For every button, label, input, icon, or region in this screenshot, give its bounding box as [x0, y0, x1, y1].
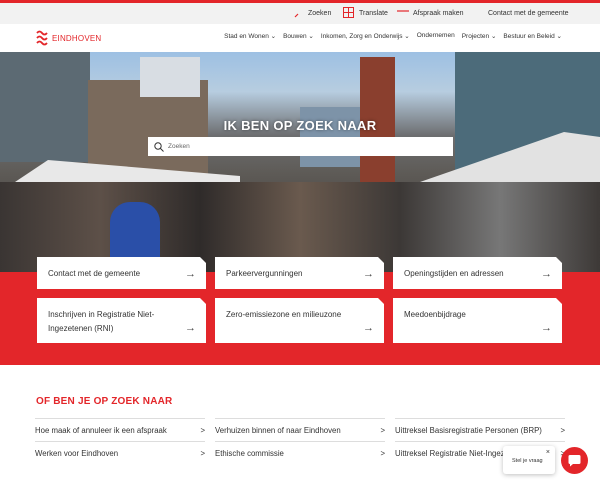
link-label: Verhuizen binnen of naar Eindhoven [215, 426, 341, 435]
chevron-right-icon: > [380, 426, 385, 435]
menu-stad-en-wonen[interactable]: Stad en Wonen ⌄ [224, 32, 276, 40]
arrow-right-icon: → [541, 322, 552, 334]
decorative-edge [0, 48, 600, 54]
arrow-right-icon: → [185, 268, 196, 280]
main-menu: Stad en Wonen ⌄ Bouwen ⌄ Inkomen, Zorg e… [224, 32, 562, 40]
arrow-right-icon: → [185, 322, 196, 334]
utility-contact-link[interactable]: Contact met de gemeente [488, 10, 569, 17]
chevron-right-icon: > [560, 426, 565, 435]
menu-bouwen[interactable]: Bouwen ⌄ [283, 32, 314, 40]
hero-search-input[interactable]: Zoeken [148, 137, 453, 156]
link-label: Ethische commissie [215, 449, 284, 458]
calendar-icon [397, 10, 409, 12]
utility-appointment-link[interactable]: Afspraak maken [413, 10, 464, 17]
quick-link-openingstijden[interactable]: Openingstijden en adressen → [393, 257, 562, 289]
quick-link-meedoenbijdrage[interactable]: Meedoenbijdrage → [393, 298, 562, 343]
close-icon[interactable]: × [546, 449, 550, 456]
utility-bar: Zoeken Translate Afspraak maken Contact … [0, 3, 600, 24]
card-label: Meedoenbijdrage [404, 310, 466, 319]
link-uittreksel-brp[interactable]: Uittreksel Basisregistratie Personen (BR… [395, 418, 565, 441]
translate-icon [343, 7, 354, 18]
quick-link-parkeervergunningen[interactable]: Parkeervergunningen → [215, 257, 384, 289]
link-label: Hoe maak of annuleer ik een afspraak [35, 426, 167, 435]
logo[interactable]: EINDHOVEN [36, 29, 101, 47]
quick-link-contact[interactable]: Contact met de gemeente → [37, 257, 206, 289]
chevron-right-icon: > [380, 449, 385, 458]
section-title: OF BEN JE OP ZOEK NAAR [36, 396, 173, 407]
arrow-right-icon: → [541, 268, 552, 280]
card-label: Openingstijden en adressen [404, 269, 504, 278]
search-icon [294, 13, 299, 18]
eindhoven-logo-icon [36, 30, 48, 46]
logo-text: EINDHOVEN [52, 33, 102, 43]
card-label: Parkeervergunningen [226, 269, 303, 278]
hero-image [0, 52, 600, 272]
link-ethische-commissie[interactable]: Ethische commissie > [215, 441, 385, 476]
chat-prompt-label: Stel je vraag [512, 458, 543, 464]
card-label: Zero-emissiezone en milieuzone [226, 310, 342, 319]
hero-title: IK BEN OP ZOEK NAAR [223, 118, 377, 133]
chat-button[interactable] [561, 447, 588, 474]
menu-ondernemen[interactable]: Ondernemen [417, 32, 455, 40]
link-afspraak[interactable]: Hoe maak of annuleer ik een afspraak > [35, 418, 205, 441]
menu-bestuur-en-beleid[interactable]: Bestuur en Beleid ⌄ [503, 32, 562, 40]
link-werken[interactable]: Werken voor Eindhoven > [35, 441, 205, 476]
chat-prompt[interactable]: × Stel je vraag [503, 446, 555, 474]
link-label: Uittreksel Basisregistratie Personen (BR… [395, 426, 542, 435]
quick-link-rni[interactable]: Inschrijven in Registratie Niet-Ingezete… [37, 298, 206, 343]
search-placeholder: Zoeken [168, 143, 190, 150]
link-label: Werken voor Eindhoven [35, 449, 119, 458]
utility-search-link[interactable]: Zoeken [308, 10, 331, 17]
arrow-right-icon: → [363, 322, 374, 334]
quick-link-zero-emissiezone[interactable]: Zero-emissiezone en milieuzone → [215, 298, 384, 343]
chevron-right-icon: > [200, 449, 205, 458]
chevron-right-icon: > [200, 426, 205, 435]
arrow-right-icon: → [363, 268, 374, 280]
search-icon [154, 141, 164, 152]
card-label: Inschrijven in Registratie Niet-Ingezete… [48, 310, 155, 333]
menu-projecten[interactable]: Projecten ⌄ [462, 32, 497, 40]
link-verhuizen[interactable]: Verhuizen binnen of naar Eindhoven > [215, 418, 385, 441]
card-label: Contact met de gemeente [48, 269, 141, 278]
chat-icon [568, 455, 581, 467]
utility-translate-link[interactable]: Translate [359, 10, 388, 17]
menu-inkomen-zorg-onderwijs[interactable]: Inkomen, Zorg en Onderwijs ⌄ [321, 32, 410, 40]
